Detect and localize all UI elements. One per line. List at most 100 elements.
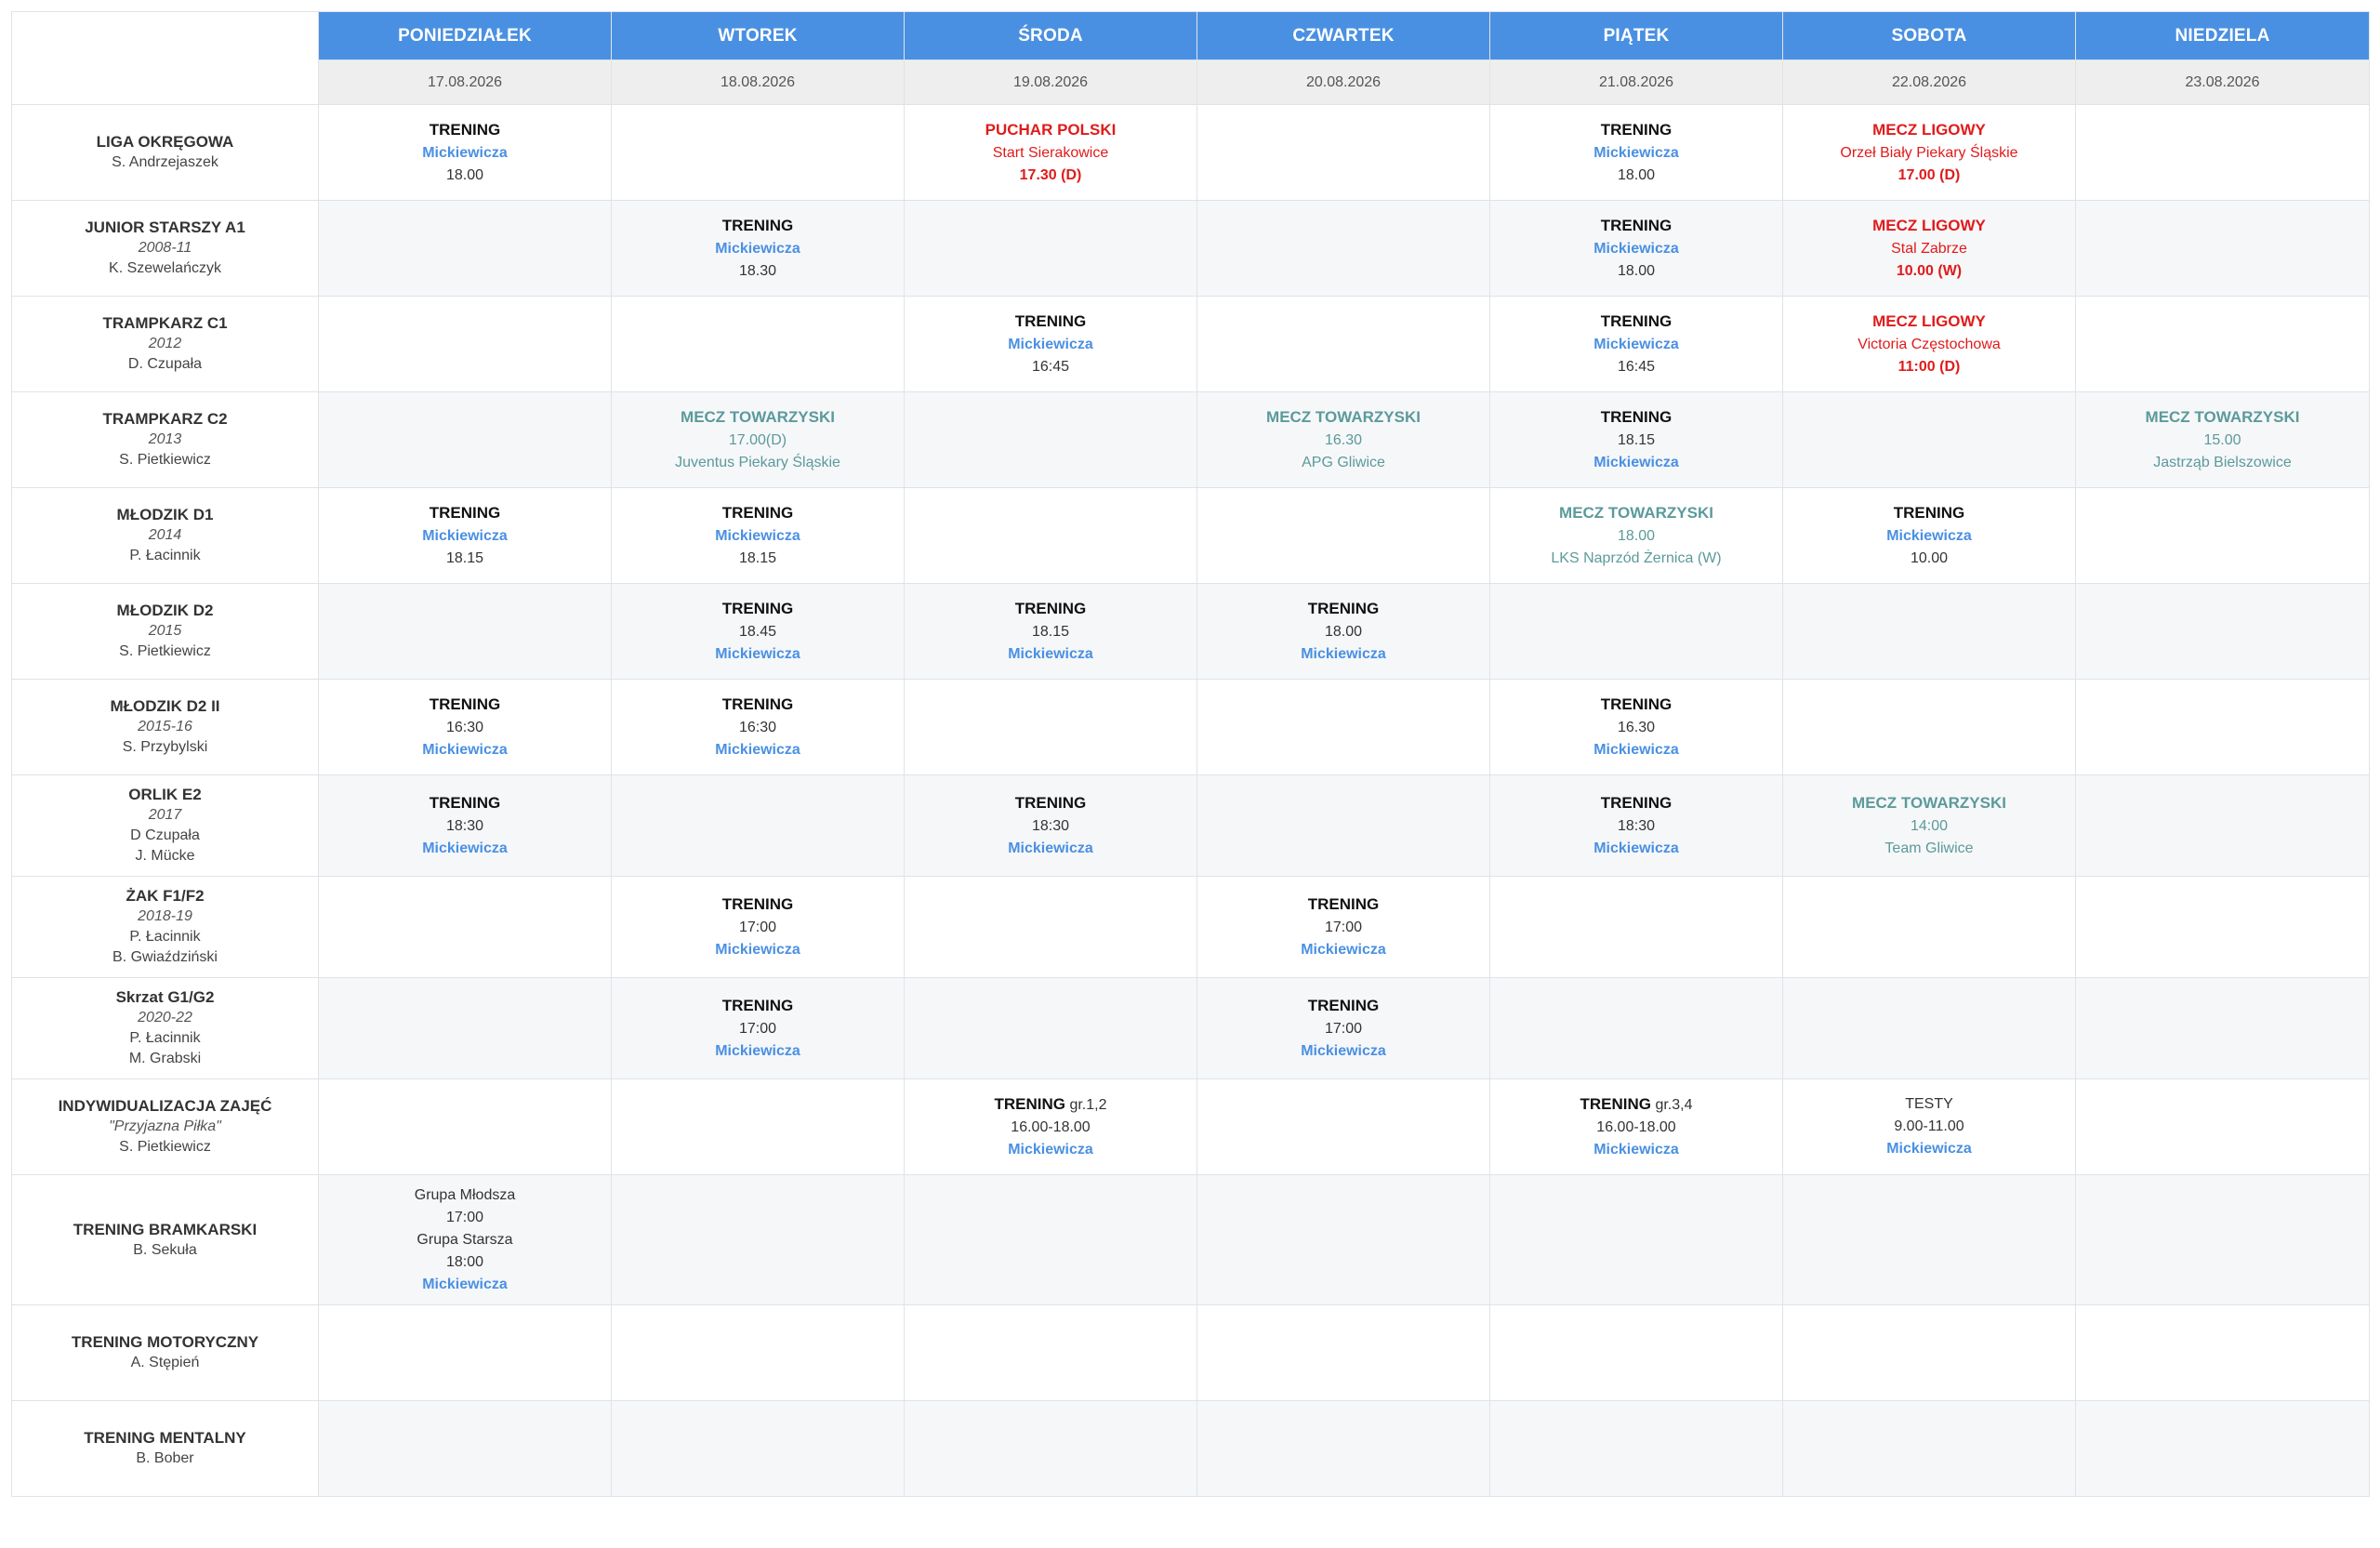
schedule-cell[interactable]: TRENING 17:00 Mickiewicza xyxy=(611,977,905,1079)
event-time: 17:00 xyxy=(738,919,777,935)
event-type: TRENING xyxy=(1600,311,1673,330)
team-year: 2012 xyxy=(148,336,182,351)
schedule-cell[interactable]: TRENING Mickiewicza 18.30 xyxy=(611,200,905,297)
schedule-cell[interactable]: Grupa Młodsza 17:00 Grupa Starsza 18:00 Mick… xyxy=(318,1174,612,1305)
event-line: MECZ TOWARZYSKI xyxy=(2077,406,2369,430)
schedule-cell[interactable]: TRENING 16.30 Mickiewicza xyxy=(1489,679,1783,775)
team-name: MŁODZIK D1 xyxy=(116,506,214,523)
schedule-cell[interactable]: TRENING Mickiewicza 16:45 xyxy=(904,296,1197,392)
schedule-cell[interactable]: MECZ TOWARZYSKI 14:00 Team Gliwice xyxy=(1782,774,2076,877)
event-line: 18.30 xyxy=(613,260,904,283)
schedule-cell xyxy=(904,679,1197,775)
event-type: TRENING xyxy=(721,503,794,522)
event-line: 18.00 xyxy=(1491,165,1782,187)
event-line: 17:00 xyxy=(613,917,904,939)
schedule-cell[interactable]: TRENING Mickiewicza 18.15 xyxy=(318,487,612,584)
event-line: 18:30 xyxy=(320,815,611,838)
event-time: 18:30 xyxy=(445,817,484,834)
event-line: Mickiewicza xyxy=(1198,1040,1489,1063)
schedule-cell[interactable]: TRENING 16:30 Mickiewicza xyxy=(611,679,905,775)
event-time: 18.00 xyxy=(445,166,484,183)
event-line: PUCHAR POLSKI xyxy=(906,119,1197,142)
schedule-cell[interactable]: MECZ LIGOWY Victoria Częstochowa 11:00 (D) xyxy=(1782,296,2076,392)
coach-name: P. Łacinnik xyxy=(129,1030,201,1046)
event-line: Juventus Piekary Śląskie xyxy=(613,452,904,474)
event-line: TRENING xyxy=(320,119,611,142)
schedule-cell[interactable]: TRENING 17:00 Mickiewicza xyxy=(611,876,905,978)
event-type: TRENING xyxy=(1014,793,1087,812)
schedule-cell[interactable]: TRENING 17:00 Mickiewicza xyxy=(1197,876,1490,978)
event-line: TRENING xyxy=(906,792,1197,815)
event-line: 9.00-11.00 xyxy=(1784,1116,2075,1138)
schedule-cell[interactable]: TRENING 18:30 Mickiewicza xyxy=(904,774,1197,877)
schedule-cell xyxy=(2075,1078,2370,1175)
schedule-cell[interactable]: MECZ LIGOWY Orzeł Biały Piekary Śląskie 17… xyxy=(1782,104,2076,201)
schedule-cell xyxy=(904,1304,1197,1401)
schedule-cell[interactable]: TRENING gr.1,2 16.00-18.00 Mickiewicza xyxy=(904,1078,1197,1175)
event-line: TESTY xyxy=(1784,1093,2075,1116)
schedule-cell xyxy=(318,876,612,978)
schedule-cell xyxy=(611,104,905,201)
event-line: MECZ LIGOWY xyxy=(1784,119,2075,142)
event-line: 17.00(D) xyxy=(613,430,904,452)
schedule-cell[interactable]: MECZ TOWARZYSKI 15.00 Jastrząb Bielszowice xyxy=(2075,391,2370,488)
event-line: TRENING xyxy=(1491,311,1782,334)
match-type: MECZ LIGOWY xyxy=(1872,216,1986,234)
team-row: TRENING MENTALNY B. Bober xyxy=(11,1400,2370,1497)
event-type: TRENING xyxy=(1600,793,1673,812)
schedule-cell[interactable]: TRENING Mickiewicza 10.00 xyxy=(1782,487,2076,584)
schedule-cell[interactable]: TRENING Mickiewicza 18.00 xyxy=(1489,200,1783,297)
schedule-cell[interactable]: TRENING Mickiewicza 16:45 xyxy=(1489,296,1783,392)
venue-name: Mickiewicza xyxy=(1301,645,1386,662)
team-year: "Przyjazna Piłka" xyxy=(109,1118,221,1134)
schedule-cell[interactable]: TRENING 17:00 Mickiewicza xyxy=(1197,977,1490,1079)
schedule-cell[interactable]: TRENING gr.3,4 16.00-18.00 Mickiewicza xyxy=(1489,1078,1783,1175)
schedule-cell xyxy=(1197,296,1490,392)
schedule-cell[interactable]: TRENING Mickiewicza 18.00 xyxy=(318,104,612,201)
schedule-cell xyxy=(1489,876,1783,978)
schedule-cell[interactable]: TRENING 18:30 Mickiewicza xyxy=(1489,774,1783,877)
schedule-cell xyxy=(2075,583,2370,680)
date-header: 19.08.2026 xyxy=(904,60,1197,105)
schedule-cell[interactable]: TRENING 18.45 Mickiewicza xyxy=(611,583,905,680)
schedule-cell[interactable]: TRENING 18.15 Mickiewicza xyxy=(1489,391,1783,488)
schedule-cell[interactable]: MECZ TOWARZYSKI 17.00(D) Juventus Piekary … xyxy=(611,391,905,488)
schedule-cell[interactable]: TRENING 18.15 Mickiewicza xyxy=(904,583,1197,680)
match-time: 11:00 (D) xyxy=(1897,358,1961,375)
event-type: TRENING xyxy=(721,894,794,913)
event-time: 18.00 xyxy=(1617,166,1656,183)
team-label: Skrzat G1/G2 2020-22 P. Łacinnik M. Grabski xyxy=(11,977,319,1079)
team-name: TRAMPKARZ C2 xyxy=(102,410,228,428)
date-header: 20.08.2026 xyxy=(1197,60,1490,105)
schedule-cell xyxy=(2075,1174,2370,1305)
venue-name: Mickiewicza xyxy=(715,527,800,544)
team-row: JUNIOR STARSZY A1 2008-11 K. Szewelańczyk T… xyxy=(11,200,2370,297)
team-year: 2020-22 xyxy=(138,1010,192,1025)
schedule-cell[interactable]: MECZ TOWARZYSKI 18.00 LKS Naprzód Żernica … xyxy=(1489,487,1783,584)
event-time: 18.15 xyxy=(445,549,484,566)
event-line: MECZ LIGOWY xyxy=(1784,311,2075,334)
friendly-type: MECZ TOWARZYSKI xyxy=(1266,407,1421,426)
event-type: TRENING xyxy=(429,793,501,812)
schedule-cell[interactable]: MECZ TOWARZYSKI 16.30 APG Gliwice xyxy=(1197,391,1490,488)
schedule-cell[interactable]: MECZ LIGOWY Stal Zabrze 10.00 (W) xyxy=(1782,200,2076,297)
event-line: 10.00 (W) xyxy=(1784,260,2075,283)
schedule-cell[interactable]: PUCHAR POLSKI Start Sierakowice 17.30 (D) xyxy=(904,104,1197,201)
schedule-cell[interactable]: TESTY 9.00-11.00 Mickiewicza xyxy=(1782,1078,2076,1175)
match-type: MECZ LIGOWY xyxy=(1872,120,1986,139)
schedule-cell[interactable]: TRENING Mickiewicza 18.00 xyxy=(1489,104,1783,201)
schedule-cell[interactable]: TRENING 18:30 Mickiewicza xyxy=(318,774,612,877)
event-line: Start Sierakowice xyxy=(906,142,1197,165)
schedule-cell[interactable]: TRENING 18.00 Mickiewicza xyxy=(1197,583,1490,680)
venue-name: Mickiewicza xyxy=(422,840,508,856)
friendly-detail: 15.00 xyxy=(2203,431,2241,448)
schedule-cell[interactable]: TRENING 16:30 Mickiewicza xyxy=(318,679,612,775)
schedule-cell[interactable]: TRENING Mickiewicza 18.15 xyxy=(611,487,905,584)
event-type: TRENING xyxy=(1600,407,1673,426)
event-type: TRENING xyxy=(429,503,501,522)
event-line: Mickiewicza xyxy=(613,525,904,548)
schedule-cell xyxy=(904,977,1197,1079)
event-time: 18:00 xyxy=(445,1253,484,1270)
venue-name: Mickiewicza xyxy=(422,527,508,544)
event-type: TRENING xyxy=(429,120,501,139)
